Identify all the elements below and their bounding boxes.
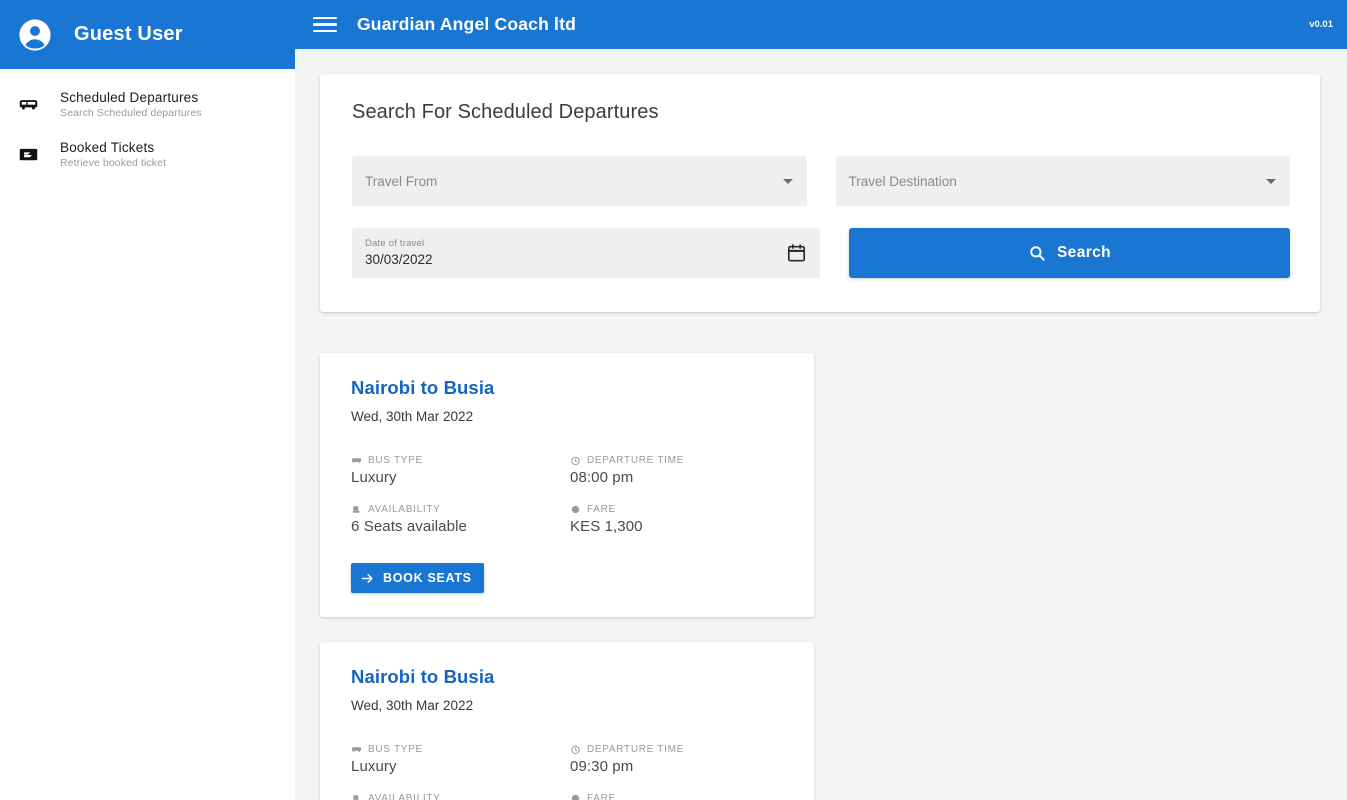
trip-availability: AVAILABILITY 17 Seats available <box>351 793 570 800</box>
trip-date: Wed, 30th Mar 2022 <box>351 698 474 713</box>
sidebar-item-subtitle: Retrieve booked ticket <box>60 157 167 169</box>
search-row-locations: Travel From Travel Destination <box>352 156 1290 206</box>
main-area: Guardian Angel Coach ltd v0.01 Search Fo… <box>295 0 1347 800</box>
book-seats-button[interactable]: BOOK SEATS <box>351 563 484 593</box>
sidebar-item-scheduled-departures[interactable]: Scheduled Departures Search Scheduled de… <box>0 79 295 129</box>
trip-availability: AVAILABILITY 6 Seats available <box>351 504 570 535</box>
bus-icon <box>351 455 362 466</box>
availability-label-row: AVAILABILITY <box>351 793 570 800</box>
chevron-down-icon <box>1266 178 1276 184</box>
search-results-list: Nairobi to Busia Wed, 30th Mar 2022 BUS … <box>295 312 1347 800</box>
sidebar-header: Guest User <box>0 0 295 69</box>
sidebar-nav: Scheduled Departures Search Scheduled de… <box>0 69 295 179</box>
book-seats-label: BOOK SEATS <box>383 571 472 585</box>
bus-type-value: Luxury <box>351 758 397 775</box>
departure-time-value: 09:30 pm <box>570 758 634 775</box>
calendar-icon[interactable] <box>786 243 807 264</box>
trip-route[interactable]: Nairobi to Busia <box>351 377 789 399</box>
money-icon <box>570 793 581 800</box>
trip-route[interactable]: Nairobi to Busia <box>351 666 789 688</box>
hamburger-menu-icon[interactable] <box>309 9 341 41</box>
version-label: v0.01 <box>1309 19 1333 30</box>
search-button-label: Search <box>1056 244 1112 261</box>
trip-bus-type: BUS TYPE Luxury <box>351 455 570 486</box>
fare-value: KES 1,300 <box>570 518 643 535</box>
sidebar-item-text: Scheduled Departures Search Scheduled de… <box>60 87 202 121</box>
bus-type-label-row: BUS TYPE <box>351 744 570 755</box>
search-panel: Search For Scheduled Departures Travel F… <box>320 74 1320 312</box>
fare-label-row: FARE <box>570 504 789 515</box>
search-panel-title: Search For Scheduled Departures <box>352 101 659 123</box>
departure-time-label-row: DEPARTURE TIME <box>570 455 789 466</box>
departure-time-label: DEPARTURE TIME <box>587 455 685 466</box>
bus-type-label: BUS TYPE <box>368 455 423 466</box>
bus-type-label: BUS TYPE <box>368 744 423 755</box>
sidebar: Guest User Scheduled Departures Search S… <box>0 0 295 800</box>
search-button[interactable]: Search <box>849 228 1290 278</box>
seat-icon <box>351 793 362 800</box>
date-of-travel-label: Date of travel <box>365 238 425 249</box>
date-of-travel-value: 30/03/2022 <box>365 252 433 267</box>
trip-departure-time: DEPARTURE TIME 08:00 pm <box>570 455 789 486</box>
trip-fare: FARE KES 1,300 <box>570 793 789 800</box>
sidebar-item-booked-tickets[interactable]: Booked Tickets Retrieve booked ticket <box>0 129 295 179</box>
availability-label-row: AVAILABILITY <box>351 504 570 515</box>
app-root: Guest User Scheduled Departures Search S… <box>0 0 1347 800</box>
fare-label: FARE <box>587 504 616 515</box>
departure-time-label: DEPARTURE TIME <box>587 744 685 755</box>
trip-card[interactable]: Nairobi to Busia Wed, 30th Mar 2022 BUS … <box>320 353 814 617</box>
clock-icon <box>570 744 581 755</box>
trip-fare: FARE KES 1,300 <box>570 504 789 535</box>
bus-type-label-row: BUS TYPE <box>351 455 570 466</box>
chevron-down-icon <box>782 178 793 184</box>
availability-label: AVAILABILITY <box>368 504 441 515</box>
trip-card[interactable]: Nairobi to Busia Wed, 30th Mar 2022 BUS … <box>320 642 814 800</box>
clock-icon <box>570 455 581 466</box>
search-row-date-action: Date of travel 30/03/2022 Search <box>352 228 1290 278</box>
sidebar-item-text: Booked Tickets Retrieve booked ticket <box>60 137 166 171</box>
trip-bus-type: BUS TYPE Luxury <box>351 744 570 775</box>
account-circle-icon <box>18 18 52 52</box>
trip-details-grid: BUS TYPE Luxury DEPAR <box>351 455 789 535</box>
sidebar-item-title: Booked Tickets <box>60 140 155 155</box>
trip-details-grid: BUS TYPE Luxury DEPAR <box>351 744 789 800</box>
date-of-travel-field[interactable]: Date of travel 30/03/2022 <box>352 228 820 278</box>
content-scroll-area[interactable]: Search For Scheduled Departures Travel F… <box>295 49 1347 800</box>
bus-icon <box>14 87 42 115</box>
trip-date: Wed, 30th Mar 2022 <box>351 409 474 424</box>
travel-destination-placeholder: Travel Destination <box>848 173 957 189</box>
seat-icon <box>351 504 362 515</box>
travel-destination-select[interactable]: Travel Destination <box>835 156 1290 206</box>
topbar: Guardian Angel Coach ltd v0.01 <box>295 0 1347 49</box>
sidebar-item-subtitle: Search Scheduled departures <box>60 107 202 119</box>
travel-from-select[interactable]: Travel From <box>352 156 807 206</box>
bus-type-value: Luxury <box>351 469 397 486</box>
fare-label: FARE <box>587 793 616 800</box>
arrow-right-icon <box>360 571 375 586</box>
fare-label-row: FARE <box>570 793 789 800</box>
sidebar-item-title: Scheduled Departures <box>60 90 199 105</box>
departure-time-label-row: DEPARTURE TIME <box>570 744 789 755</box>
bus-icon <box>351 744 362 755</box>
departure-time-value: 08:00 pm <box>570 469 634 486</box>
ticket-icon <box>14 137 42 165</box>
money-icon <box>570 504 581 515</box>
sidebar-user-name: Guest User <box>74 23 183 45</box>
trip-departure-time: DEPARTURE TIME 09:30 pm <box>570 744 789 775</box>
search-icon <box>1028 244 1046 262</box>
availability-value: 6 Seats available <box>351 518 467 535</box>
availability-label: AVAILABILITY <box>368 793 441 800</box>
travel-from-placeholder: Travel From <box>365 173 438 189</box>
page-title: Guardian Angel Coach ltd <box>357 14 577 34</box>
